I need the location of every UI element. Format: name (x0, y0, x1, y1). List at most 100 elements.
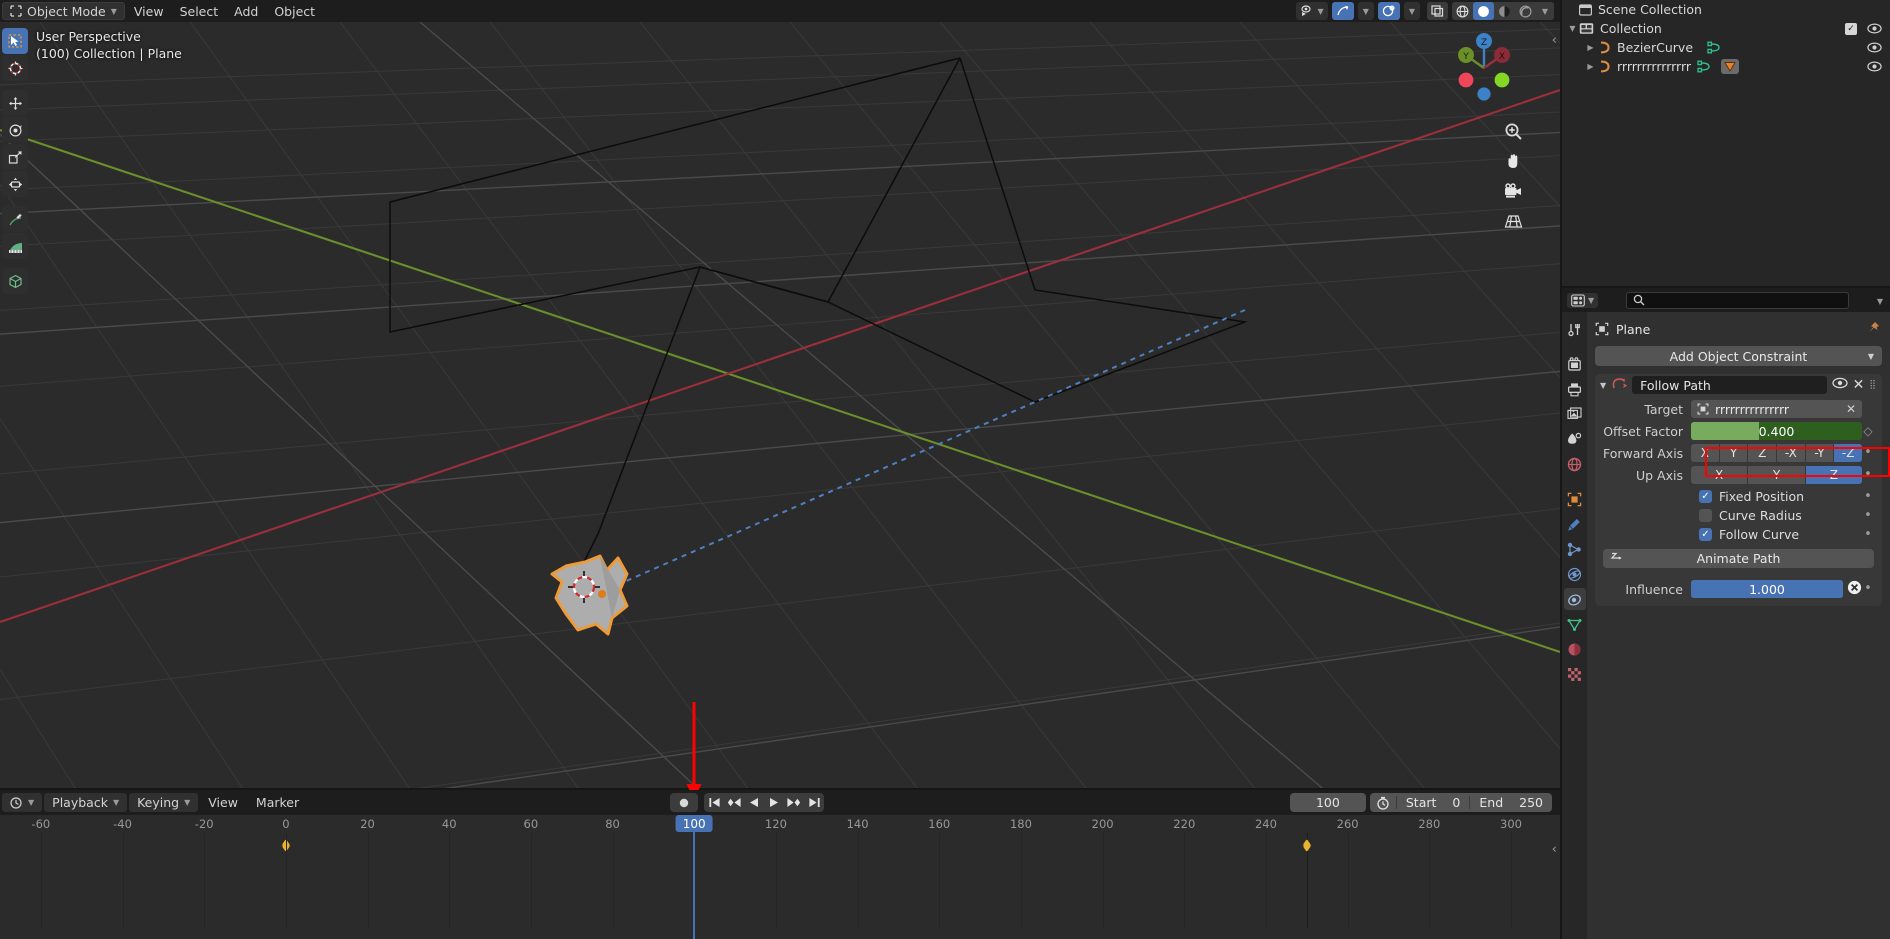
playhead-frame-100[interactable]: 100 (675, 815, 713, 832)
eye-icon[interactable] (1867, 42, 1882, 53)
xray-toggle[interactable] (1427, 2, 1448, 20)
collection-checkbox[interactable]: ✓ (1845, 22, 1857, 35)
annotate-tool[interactable] (2, 206, 28, 232)
modifiers-tab[interactable] (1564, 513, 1586, 535)
horizontal-divider[interactable] (0, 788, 1560, 790)
move-tool[interactable] (2, 90, 28, 116)
menu-keying[interactable]: Keying ▼ (129, 793, 199, 812)
play-icon[interactable] (764, 793, 784, 812)
menu-marker[interactable]: Marker (248, 793, 307, 812)
material-tab[interactable] (1564, 638, 1586, 660)
chevron-right-icon[interactable]: ▶ (1584, 62, 1597, 71)
outliner-row-target-curve[interactable]: ▶ rrrrrrrrrrrrrrr (1562, 57, 1890, 76)
animate-path-button[interactable]: Animate Path (1603, 549, 1874, 568)
render-tab[interactable] (1564, 353, 1586, 375)
shading-material-icon[interactable] (1494, 5, 1515, 18)
up-axis-option-X[interactable]: X (1691, 466, 1748, 484)
zoom-icon[interactable] (1500, 118, 1526, 144)
gizmo-toggle[interactable] (1331, 2, 1354, 20)
menu-object[interactable]: Object (267, 2, 322, 20)
up-axis-option-Z[interactable]: Z (1805, 466, 1862, 484)
follow-curve-checkbox[interactable]: ✓ (1699, 528, 1712, 541)
menu-playback[interactable]: Playback ▼ (44, 793, 128, 812)
chevron-right-icon[interactable]: ▶ (1584, 43, 1597, 52)
animate-property-dot[interactable]: • (1862, 446, 1874, 459)
editor-type-selector[interactable]: Object Mode ▼ (2, 2, 125, 20)
camera-icon[interactable] (1500, 178, 1526, 204)
data-tab[interactable] (1564, 613, 1586, 635)
clear-influence-animation-icon[interactable] (1847, 580, 1862, 599)
menu-view[interactable]: View (127, 2, 171, 20)
horizontal-divider[interactable] (1562, 286, 1890, 288)
object-tab[interactable] (1564, 488, 1586, 510)
rotate-tool[interactable] (2, 117, 28, 143)
overlays-dropdown[interactable]: ▼ (1403, 2, 1420, 20)
pan-hand-icon[interactable] (1500, 148, 1526, 174)
3d-viewport[interactable]: Object Mode ▼ View Select Add Object ▼ ▼… (0, 0, 1560, 790)
tweak-tool[interactable] (2, 28, 28, 54)
up-axis-segmented[interactable]: XYZ (1691, 466, 1862, 484)
curve-data-icon[interactable] (1697, 60, 1719, 73)
scene-tab[interactable] (1564, 428, 1586, 450)
forward-axis-option-negX[interactable]: -X (1777, 444, 1805, 462)
properties-editor[interactable]: ▼ ▼ Plane Add Object Constraint ▼ ▼ Foll… (1562, 288, 1890, 939)
menu-select[interactable]: Select (173, 2, 226, 20)
particles-tab[interactable] (1564, 538, 1586, 560)
timeline-keyframe-area[interactable] (0, 833, 1560, 939)
target-selector[interactable]: rrrrrrrrrrrrrrr ✕ (1691, 400, 1862, 418)
properties-options-dropdown[interactable]: ▼ (1877, 293, 1885, 308)
animate-property-dot[interactable]: • (1862, 582, 1874, 595)
outliner-scene-collection[interactable]: Scene Collection (1562, 0, 1890, 19)
offset-factor-slider[interactable]: 0.400 (1691, 422, 1862, 440)
forward-axis-option-negZ[interactable]: -Z (1834, 444, 1863, 462)
visibility-dropdown[interactable]: ▼ (1295, 2, 1328, 20)
shading-solid-icon[interactable] (1473, 2, 1494, 20)
fixed-position-checkbox[interactable]: ✓ (1699, 490, 1712, 503)
constraint-drag-handle[interactable]: ⣿ (1869, 381, 1877, 390)
output-tab[interactable] (1564, 378, 1586, 400)
constraint-badge-icon[interactable] (1721, 59, 1740, 74)
chevron-down-icon[interactable]: ▼ (1566, 24, 1579, 33)
current-frame-field[interactable]: 100 (1289, 793, 1366, 812)
eye-icon[interactable] (1867, 23, 1882, 34)
curve-radius-checkbox[interactable] (1699, 509, 1712, 522)
constraint-visibility-eye-icon[interactable] (1832, 377, 1848, 393)
add-object-constraint-button[interactable]: Add Object Constraint ▼ (1595, 346, 1882, 366)
jump-end-icon[interactable] (804, 793, 824, 812)
constraint-delete-close-icon[interactable]: ✕ (1853, 377, 1865, 393)
curve-radius-row[interactable]: Curve Radius • (1603, 506, 1874, 525)
viewport-sidebar-toggle[interactable]: ‹ (1552, 33, 1557, 48)
keyframe-marker[interactable] (1302, 839, 1312, 852)
overlays-toggle[interactable] (1377, 2, 1400, 20)
play-reverse-icon[interactable] (744, 793, 764, 812)
clear-target-close-icon[interactable]: ✕ (1846, 402, 1856, 416)
timeline-editor-type-selector[interactable]: ▼ (2, 793, 43, 812)
animate-property-dot[interactable]: • (1862, 528, 1874, 541)
fixed-position-row[interactable]: ✓ Fixed Position • (1603, 487, 1874, 506)
constraint-name-field[interactable]: Follow Path (1632, 376, 1827, 394)
outliner-row-beziercurve[interactable]: ▶ BezierCurve (1562, 38, 1890, 57)
tool-tab[interactable] (1564, 318, 1586, 340)
follow-curve-row[interactable]: ✓ Follow Curve • (1603, 525, 1874, 544)
view-layer-tab[interactable] (1564, 403, 1586, 425)
physics-tab[interactable] (1564, 563, 1586, 585)
constraints-tab[interactable] (1563, 588, 1586, 610)
shading-modes[interactable]: ▼ (1452, 2, 1554, 20)
outliner-editor[interactable]: Scene Collection ▼ Collection ✓ ▶ Bezier… (1562, 0, 1890, 288)
shading-rendered-icon[interactable] (1515, 4, 1536, 18)
influence-slider[interactable]: 1.000 (1691, 580, 1843, 598)
auto-keying-record-button[interactable] (670, 793, 698, 812)
jump-start-icon[interactable] (704, 793, 724, 812)
timeline-editor[interactable]: ▼ Playback ▼ Keying ▼ View Marker 100 St… (0, 790, 1560, 939)
measure-tool[interactable] (2, 233, 28, 259)
animate-property-dot[interactable]: • (1862, 509, 1874, 522)
animate-property-dot[interactable]: • (1862, 490, 1874, 503)
forward-axis-option-Z[interactable]: Z (1748, 444, 1777, 462)
start-frame-field[interactable]: Start 0 (1397, 795, 1470, 810)
up-axis-option-Y[interactable]: Y (1748, 466, 1805, 484)
menu-view[interactable]: View (200, 793, 246, 812)
properties-editor-type-selector[interactable]: ▼ (1567, 292, 1599, 308)
curve-data-icon[interactable] (1707, 41, 1729, 54)
navigation-gizmo[interactable]: Z Y X (1446, 30, 1522, 106)
forward-axis-option-Y[interactable]: Y (1719, 444, 1748, 462)
